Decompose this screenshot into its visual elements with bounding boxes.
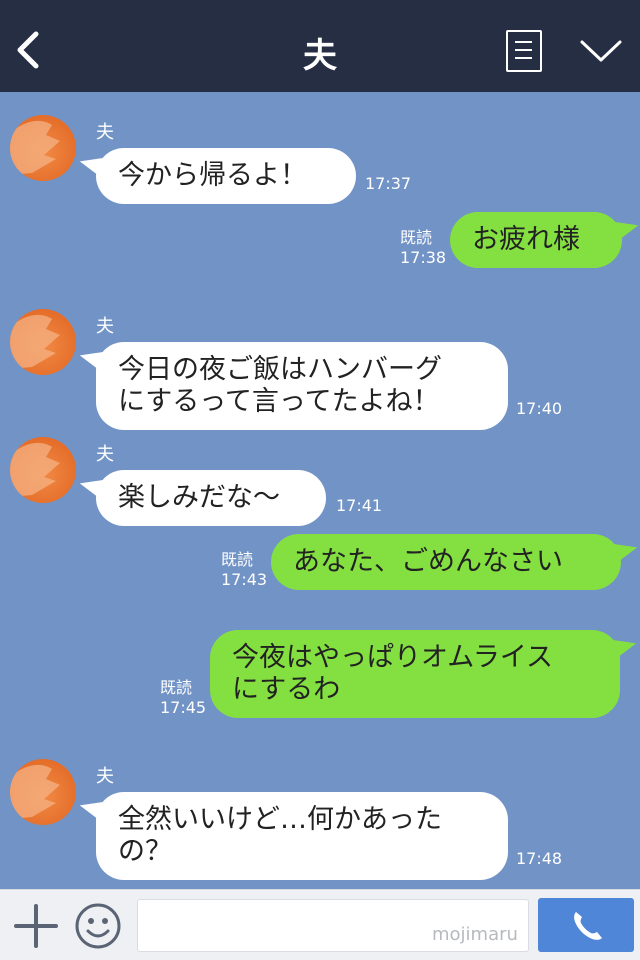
header-bar: 夫 xyxy=(0,0,640,92)
back-button[interactable] xyxy=(12,28,48,72)
sender-name: 夫 xyxy=(96,444,114,465)
message-line: お疲れ様 xyxy=(472,224,580,255)
message-line: 今夜はやっぱりオムライス xyxy=(232,642,554,673)
list-icon xyxy=(515,41,532,43)
message-bubble[interactable]: お疲れ様 xyxy=(450,212,622,268)
message-line: の？ xyxy=(118,836,172,867)
read-receipt: 既読 17:45 xyxy=(160,678,206,718)
message-bubble[interactable]: 今から帰るよ！ xyxy=(96,148,356,204)
avatar[interactable] xyxy=(10,437,76,503)
collapse-button[interactable] xyxy=(578,36,624,66)
read-receipt: 既読 17:38 xyxy=(400,228,446,268)
sender-name: 夫 xyxy=(96,122,114,143)
message-line: 全然いいけど…何かあった xyxy=(118,804,442,835)
avatar-image xyxy=(10,442,60,497)
plus-icon xyxy=(14,904,58,948)
avatar[interactable] xyxy=(10,759,76,825)
chat-area[interactable]: 夫 今から帰るよ！ 17:37 既読 17:38 お疲れ様 夫 今日の夜ご飯はハ… xyxy=(0,92,640,889)
sender-name: 夫 xyxy=(96,316,114,337)
message-line: にするわ xyxy=(232,674,341,705)
message-time: 17:40 xyxy=(516,399,563,418)
message-time: 17:37 xyxy=(365,174,412,193)
message-bubble[interactable]: あなた、ごめんなさい xyxy=(271,534,621,590)
avatar-image xyxy=(10,120,60,175)
message-time: 17:45 xyxy=(160,698,207,717)
chat-title: 夫 xyxy=(303,36,337,76)
avatar[interactable] xyxy=(10,115,76,181)
message-line: にするって言ってたよね！ xyxy=(118,386,440,417)
message-bubble[interactable]: 今日の夜ご飯はハンバーグ にするって言ってたよね！ xyxy=(96,342,508,430)
message-time: 17:41 xyxy=(336,496,383,515)
message-line: 楽しみだな〜 xyxy=(118,482,280,513)
read-label: 既読 xyxy=(160,678,193,697)
smiley-icon xyxy=(75,903,121,949)
message-bubble[interactable]: 全然いいけど…何かあった の？ xyxy=(96,792,508,880)
message-bubble[interactable]: 楽しみだな〜 xyxy=(96,470,326,526)
message-line: 今から帰るよ！ xyxy=(118,160,307,191)
read-label: 既読 xyxy=(221,550,254,569)
read-label: 既読 xyxy=(400,228,433,247)
message-time: 17:38 xyxy=(400,248,447,267)
add-button[interactable] xyxy=(14,904,58,948)
emoji-button[interactable] xyxy=(74,902,122,950)
message-input[interactable] xyxy=(137,899,529,952)
phone-icon xyxy=(574,912,602,940)
message-bubble[interactable]: 今夜はやっぱりオムライス にするわ xyxy=(210,630,620,718)
chevron-left-icon xyxy=(17,31,39,69)
menu-button[interactable] xyxy=(506,30,542,72)
chevron-down-icon xyxy=(580,40,622,62)
sender-name: 夫 xyxy=(96,766,114,787)
message-time: 17:48 xyxy=(516,849,563,868)
avatar-image xyxy=(10,764,60,819)
message-time: 17:43 xyxy=(221,570,268,589)
input-bar: mojimaru xyxy=(0,889,640,960)
avatar-image xyxy=(10,314,60,369)
message-line: あなた、ごめんなさい xyxy=(293,546,563,577)
avatar[interactable] xyxy=(10,309,76,375)
message-line: 今日の夜ご飯はハンバーグ xyxy=(118,354,442,385)
read-receipt: 既読 17:43 xyxy=(221,550,267,590)
call-button[interactable] xyxy=(538,898,634,952)
